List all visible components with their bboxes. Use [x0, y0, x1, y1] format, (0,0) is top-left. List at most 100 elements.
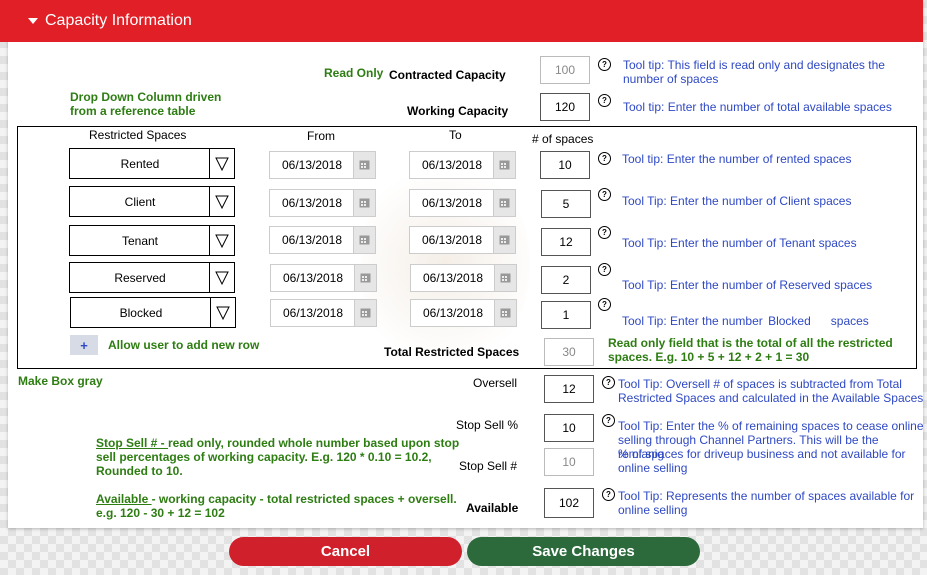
from-date-input[interactable]: 06/13/2018: [269, 226, 376, 254]
restricted-type-select[interactable]: Tenant: [69, 225, 235, 256]
help-icon[interactable]: ?: [598, 188, 611, 201]
tooltip-text: Tool Tip: Enter the number: [622, 314, 767, 328]
help-icon[interactable]: ?: [602, 376, 615, 389]
help-icon[interactable]: ?: [598, 263, 611, 276]
row-tooltip: Tool Tip: Enter the number of Reserved s…: [622, 278, 873, 292]
select-value: Blocked: [119, 305, 163, 320]
space-count-field[interactable]: 10: [540, 151, 590, 179]
calendar-icon[interactable]: [354, 300, 376, 326]
from-date-input[interactable]: 06/13/2018: [270, 299, 377, 327]
row-tooltip: Tool tip: Enter the number of rented spa…: [622, 152, 852, 166]
select-value: Tenant: [121, 233, 159, 248]
from-date-input[interactable]: 06/13/2018: [270, 264, 377, 292]
oversell-field[interactable]: 12: [544, 375, 594, 403]
dropdown-arrow-icon[interactable]: [209, 263, 234, 292]
available-note-text: - working capacity - total restricted sp…: [151, 492, 457, 506]
working-capacity-field[interactable]: 120: [540, 93, 590, 121]
stop-sell-tooltip-line4: online selling: [618, 461, 688, 475]
dropdown-note-line2: from a reference table: [70, 104, 196, 118]
available-label: Available: [466, 501, 519, 515]
to-date-input[interactable]: 06/13/2018: [409, 151, 516, 179]
date-value: 06/13/2018: [281, 158, 343, 172]
help-icon[interactable]: ?: [598, 298, 611, 311]
stop-sell-note-title: Stop Sell # -: [96, 436, 169, 450]
help-icon[interactable]: ?: [598, 152, 611, 165]
available-tooltip-line2: online selling: [618, 503, 688, 517]
oversell-tooltip-line2: Restricted Spaces and calculated in the …: [618, 391, 924, 405]
from-date-input[interactable]: 06/13/2018: [269, 189, 376, 217]
to-date-input[interactable]: 06/13/2018: [410, 299, 517, 327]
space-count-field[interactable]: 5: [541, 190, 591, 218]
add-row-button[interactable]: +: [70, 335, 98, 355]
help-icon[interactable]: ?: [602, 414, 615, 427]
available-tooltip-line1: Tool Tip: Represents the number of space…: [618, 489, 915, 503]
dropdown-note-line1: Drop Down Column driven: [70, 90, 222, 104]
working-capacity-label: Working Capacity: [407, 104, 509, 118]
total-label-prefix: Total: [384, 345, 416, 359]
calendar-icon[interactable]: [494, 300, 516, 326]
help-icon[interactable]: ?: [602, 488, 615, 501]
col-header-from: From: [307, 129, 335, 143]
to-date-input[interactable]: 06/13/2018: [409, 226, 516, 254]
total-note-line1: Read only field that is the total of all…: [608, 336, 893, 350]
calendar-icon[interactable]: [353, 152, 375, 178]
collapse-triangle-icon[interactable]: [28, 18, 38, 24]
help-icon[interactable]: ?: [598, 94, 611, 107]
to-date-input[interactable]: 06/13/2018: [410, 264, 517, 292]
calendar-icon[interactable]: [493, 190, 515, 216]
available-note-line1: Available - working capacity - total res…: [96, 492, 457, 506]
calendar-icon[interactable]: [494, 265, 516, 291]
space-count-field[interactable]: 1: [541, 301, 591, 329]
date-value: 06/13/2018: [281, 233, 343, 247]
help-icon[interactable]: ?: [598, 226, 611, 239]
row-tooltip: Tool Tip: Enter the number of Client spa…: [622, 194, 852, 208]
dropdown-arrow-icon[interactable]: [209, 187, 234, 216]
contracted-tooltip-line2: number of spaces: [623, 72, 719, 86]
from-date-input[interactable]: 06/13/2018: [269, 151, 376, 179]
section-header[interactable]: Capacity Information: [0, 0, 923, 42]
col-header-restricted: Restricted Spaces: [89, 128, 187, 142]
date-value: 06/13/2018: [422, 306, 484, 320]
available-field: 102: [544, 488, 594, 518]
restricted-type-select[interactable]: Blocked: [70, 297, 236, 328]
dropdown-arrow-icon[interactable]: [210, 298, 235, 327]
stop-sell-note-line1: Stop Sell # - read only, rounded whole n…: [96, 436, 459, 450]
tooltip-end: spaces: [830, 314, 869, 328]
row-tooltip: Tool Tip: Enter the number of Tenant spa…: [622, 236, 857, 250]
stop-sell-num-field: 10: [544, 448, 594, 476]
date-value: 06/13/2018: [421, 158, 483, 172]
restricted-type-select[interactable]: Client: [69, 186, 235, 217]
help-icon[interactable]: ?: [598, 58, 611, 71]
stop-sell-note-line3: Rounded to 10.: [96, 464, 183, 478]
col-header-to: To: [449, 128, 462, 142]
date-value: 06/13/2018: [282, 306, 344, 320]
select-value: Client: [124, 194, 156, 209]
space-count-field[interactable]: 12: [541, 228, 591, 256]
add-row-note: Allow user to add new row: [108, 338, 260, 352]
make-box-gray-note: Make Box gray: [18, 374, 103, 388]
to-date-input[interactable]: 06/13/2018: [409, 189, 516, 217]
tooltip-insert: Blocked: [768, 314, 811, 328]
stop-sell-pct-label: Stop Sell %: [456, 418, 519, 432]
calendar-icon[interactable]: [493, 227, 515, 253]
date-value: 06/13/2018: [421, 196, 483, 210]
oversell-tooltip-line1: Tool Tip: Oversell # of spaces is subtra…: [618, 377, 902, 391]
restricted-type-select[interactable]: Rented: [69, 148, 235, 179]
dropdown-arrow-icon[interactable]: [209, 149, 234, 178]
stop-sell-note-line2: sell percentages of working capacity. E.…: [96, 450, 432, 464]
space-count-field[interactable]: 2: [541, 266, 591, 294]
dropdown-arrow-icon[interactable]: [209, 226, 234, 255]
calendar-icon[interactable]: [493, 152, 515, 178]
oversell-label: Oversell: [473, 376, 518, 390]
cancel-button[interactable]: Cancel: [229, 537, 462, 566]
date-value: 06/13/2018: [422, 271, 484, 285]
calendar-icon[interactable]: [353, 227, 375, 253]
section-title: Capacity Information: [45, 12, 192, 29]
working-tooltip: Tool tip: Enter the number of total avai…: [623, 100, 892, 114]
calendar-icon[interactable]: [353, 190, 375, 216]
date-value: 06/13/2018: [421, 233, 483, 247]
restricted-type-select[interactable]: Reserved: [69, 262, 235, 293]
save-changes-button[interactable]: Save Changes: [467, 537, 700, 566]
calendar-icon[interactable]: [354, 265, 376, 291]
stop-sell-pct-field[interactable]: 10: [544, 414, 594, 442]
